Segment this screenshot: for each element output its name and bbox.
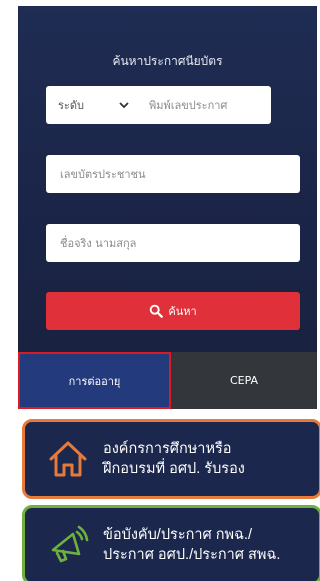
card-line: องค์กรการศึกษาหรือ xyxy=(103,441,232,457)
tab-renewal[interactable]: การต่ออายุ xyxy=(18,352,171,409)
id-card-input[interactable]: เลขบัตรประชาชน xyxy=(46,155,300,193)
tab-bar: การต่ออายุ CEPA xyxy=(18,352,317,409)
tab-renewal-label: การต่ออายุ xyxy=(68,374,121,388)
chevron-down-icon xyxy=(119,102,129,109)
level-select-value: ระดับ xyxy=(58,99,84,112)
card-line: ประกาศ อศป./ประกาศ สพฉ. xyxy=(103,547,281,563)
full-name-input[interactable]: ชื่อจริง นามสกุล xyxy=(46,224,300,262)
search-button[interactable]: ค้นหา xyxy=(46,292,300,330)
id-card-placeholder: เลขบัตรประชาชน xyxy=(60,168,146,181)
full-name-placeholder: ชื่อจริง นามสกุล xyxy=(60,237,137,250)
search-icon xyxy=(150,304,164,318)
regulations-announcements-text: ข้อบังคับ/ประกาศ กพฉ./ ประกาศ อศป./ประกา… xyxy=(103,525,280,565)
notice-number-placeholder: พิมพ์เลขประกาศ xyxy=(149,99,228,112)
regulations-announcements-card[interactable]: ข้อบังคับ/ประกาศ กพฉ./ ประกาศ อศป./ประกา… xyxy=(22,505,320,581)
panel-title: ค้นหาประกาศนียบัตร xyxy=(112,54,223,68)
home-icon xyxy=(49,441,87,477)
search-panel: ค้นหาประกาศนียบัตร ระดับ พิมพ์เลขประกาศ … xyxy=(18,6,317,352)
level-select[interactable]: ระดับ xyxy=(46,86,140,124)
megaphone-icon xyxy=(51,525,89,563)
notice-number-input[interactable]: พิมพ์เลขประกาศ xyxy=(135,86,271,124)
search-button-label: ค้นหา xyxy=(168,305,197,318)
accredited-organizations-card[interactable]: องค์กรการศึกษาหรือ ฝึกอบรมที่ อศป. รับรอ… xyxy=(22,419,320,499)
accredited-organizations-text: องค์กรการศึกษาหรือ ฝึกอบรมที่ อศป. รับรอ… xyxy=(103,439,245,479)
card-line: ข้อบังคับ/ประกาศ กพฉ./ xyxy=(103,527,253,543)
tab-cepa-label: CEPA xyxy=(229,374,259,387)
card-line: ฝึกอบรมที่ อศป. รับรอง xyxy=(103,461,245,477)
tab-cepa[interactable]: CEPA xyxy=(171,352,317,409)
